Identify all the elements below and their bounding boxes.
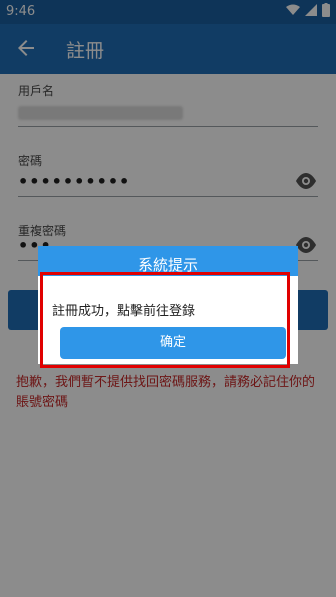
highlight-annotation bbox=[40, 272, 290, 368]
